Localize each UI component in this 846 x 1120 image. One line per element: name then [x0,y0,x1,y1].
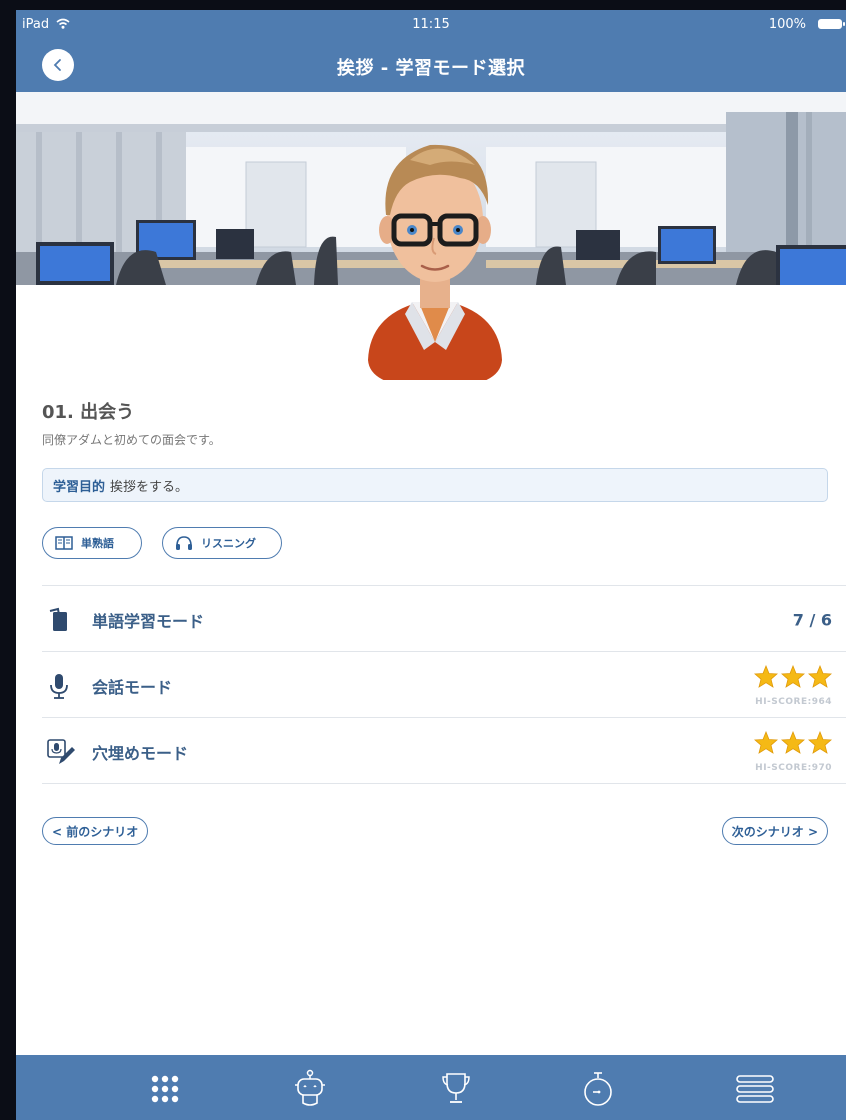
tag-listening-button[interactable]: リスニング [162,527,282,559]
learning-goal-text: 挨拶をする。 [110,479,189,495]
book-icon [55,536,73,550]
battery-icon [818,19,845,29]
status-battery: 100% [768,17,806,32]
divider [42,651,846,652]
star-icon [781,665,805,688]
divider [42,585,846,586]
tag-vocabulary-label: 単熟語 [81,537,114,550]
learning-goal-label: 学習目的 [53,479,106,495]
divider [42,783,846,784]
tab-stopwatch[interactable] [574,1065,622,1113]
stopwatch-icon [584,1072,612,1106]
tab-grid[interactable] [141,1065,189,1113]
grid-icon [151,1075,179,1103]
mode-row-fill-in[interactable]: 穴埋めモード HI-SCORE:970 [42,719,832,785]
avatar-adam [350,120,520,388]
fill-in-icon [47,739,75,764]
mode-row-vocabulary[interactable]: 単語学習モード 7 / 6 [42,587,832,653]
mode-label-vocabulary: 単語学習モード [92,612,205,631]
tab-bar [16,1055,846,1120]
tag-vocabulary-button[interactable]: 単熟語 [42,527,142,559]
star-rating-conversation [754,665,832,688]
mode-row-conversation[interactable]: 会話モード HI-SCORE:964 [42,653,832,719]
menu-icon [736,1075,774,1103]
scenario-description: 同僚アダムと初めての面会です。 [42,433,221,447]
robot-icon [295,1069,325,1106]
star-icon [781,731,805,754]
star-icon [754,665,778,688]
star-rating-fill-in [754,731,832,754]
microphone-icon [50,674,68,699]
avatar-illustration [368,144,502,388]
scenario-title: 01. 出会う [42,402,135,423]
tag-listening-label: リスニング [201,537,256,550]
device-frame: iPad 11:15 100% 挨拶 - 学習モード選択 01. 出会う 同僚ア… [0,0,846,1120]
mode-count-vocabulary: 7 / 6 [792,610,832,630]
status-time: 11:15 [412,17,450,32]
hiscore-conversation: HI-SCORE:964 [755,697,832,707]
app-screen: iPad 11:15 100% 挨拶 - 学習モード選択 01. 出会う 同僚ア… [16,10,846,1120]
hiscore-fill-in: HI-SCORE:970 [755,763,832,773]
navigation-header: iPad 11:15 100% 挨拶 - 学習モード選択 [16,10,846,92]
headphones-icon [176,536,192,550]
mode-label-conversation: 会話モード [92,678,173,697]
star-icon [808,665,832,688]
learning-goal-box: 学習目的 挨拶をする。 [42,468,828,502]
star-icon [808,731,832,754]
tab-menu[interactable] [731,1065,779,1113]
star-icon [754,731,778,754]
trophy-icon [442,1073,470,1103]
next-scenario-button[interactable]: 次のシナリオ > [721,817,828,845]
prev-scenario-button[interactable]: < 前のシナリオ [42,817,149,845]
cards-icon [49,607,67,631]
mode-label-fill-in: 穴埋めモード [92,744,189,763]
divider [42,717,846,718]
tab-trophy[interactable] [432,1065,480,1113]
page-title: 挨拶 - 学習モード選択 [336,58,525,79]
tab-robot[interactable] [286,1065,334,1113]
